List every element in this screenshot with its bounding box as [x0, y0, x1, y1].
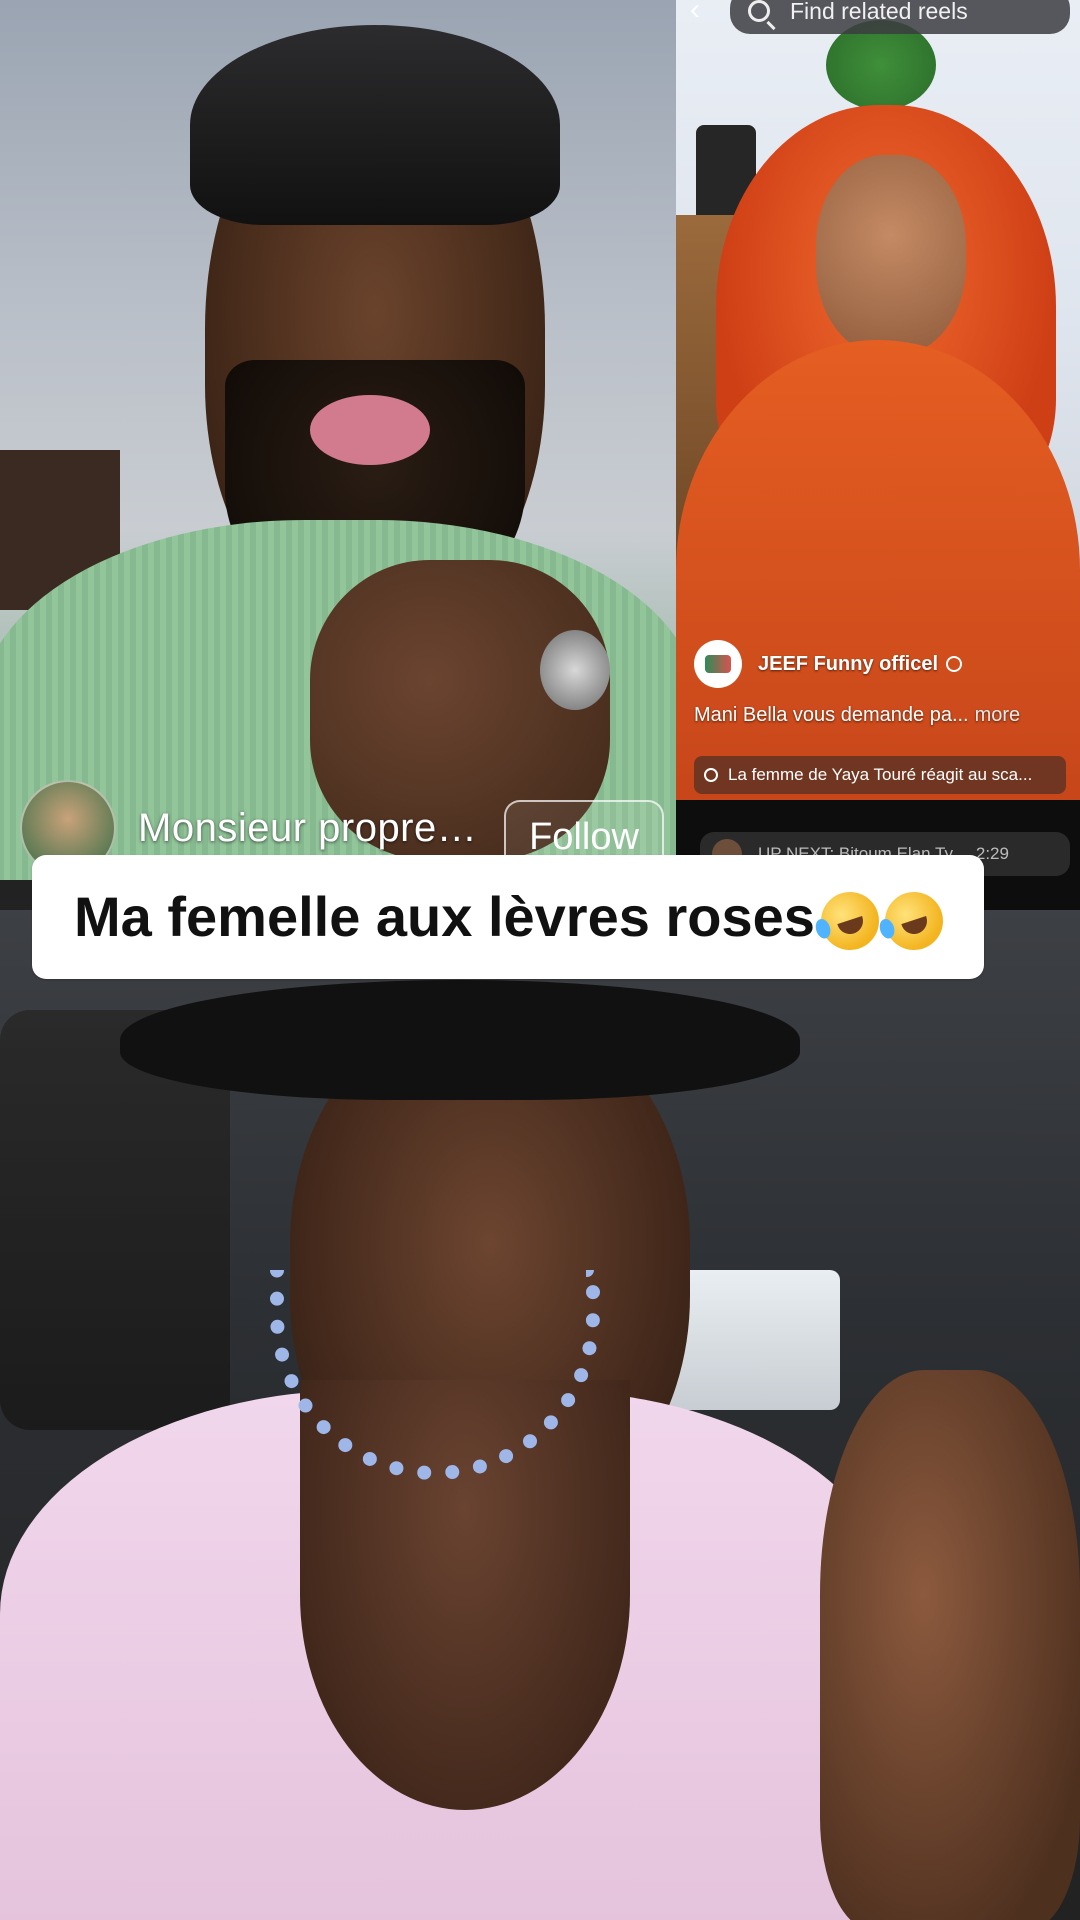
search-icon	[704, 768, 718, 782]
search-bar[interactable]: Find related reels	[730, 0, 1070, 34]
search-placeholder: Find related reels	[790, 0, 968, 24]
lips	[310, 395, 430, 465]
orange-dress	[676, 340, 1080, 800]
black-cap	[190, 25, 560, 225]
silver-ring	[540, 630, 610, 710]
channel-info[interactable]: JEEF Funny officel	[694, 640, 963, 688]
globe-icon	[946, 656, 963, 672]
description-text: Mani Bella vous demande pa...	[694, 704, 969, 726]
caption-text: Ma femelle aux lèvres roses	[74, 884, 951, 958]
caption-box: Ma femelle aux lèvres roses	[32, 855, 984, 979]
related-search-text: La femme de Yaya Touré réagit au sca...	[728, 765, 1033, 784]
creator-name[interactable]: Monsieur propre…	[138, 806, 477, 851]
hand	[820, 1370, 1080, 1920]
top-left-video[interactable]: Monsieur propre… Follow	[0, 0, 676, 880]
caption-label: Ma femelle aux lèvres roses	[74, 884, 815, 948]
bottom-video[interactable]	[0, 910, 1080, 1920]
emoji-rofl-icon	[877, 884, 951, 958]
more-link[interactable]: more	[975, 704, 1021, 726]
channel-name[interactable]: JEEF Funny officel	[758, 653, 938, 676]
related-search[interactable]: La femme de Yaya Touré réagit au sca...	[694, 756, 1066, 794]
emoji-rofl-icon	[813, 884, 887, 958]
top-right-video[interactable]: ‹ Find related reels JEEF Funny officel …	[676, 0, 1080, 800]
channel-logo[interactable]	[694, 640, 742, 688]
video-description[interactable]: Mani Bella vous demande pa... more	[694, 704, 1020, 727]
search-icon	[748, 0, 770, 22]
black-hat	[120, 980, 800, 1100]
back-icon[interactable]: ‹	[690, 0, 718, 25]
woman-face	[816, 155, 966, 355]
